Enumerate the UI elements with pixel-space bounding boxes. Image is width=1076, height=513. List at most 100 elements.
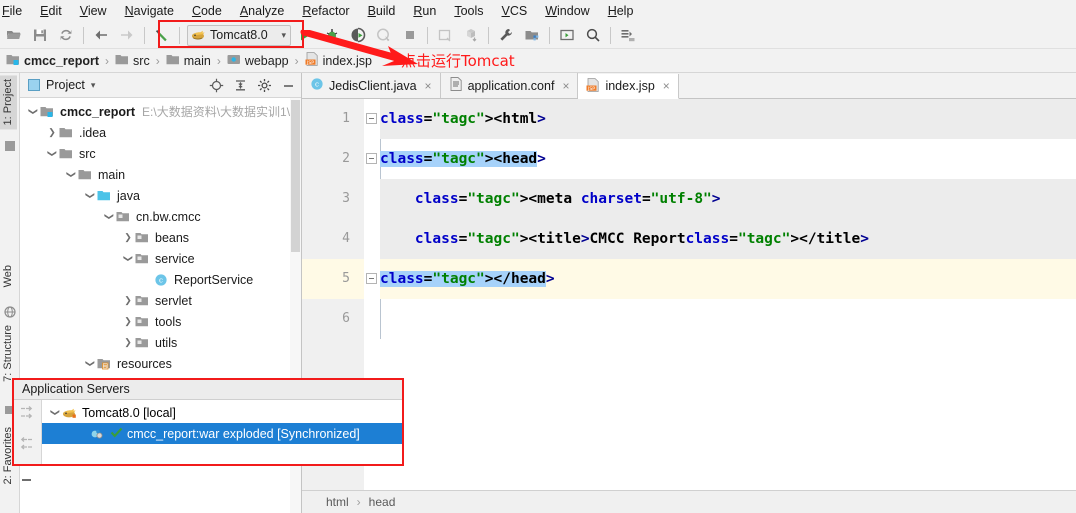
breadcrumb-item-cmcc-report[interactable]: cmcc_report <box>4 53 101 69</box>
tree-item-service[interactable]: ❯ service <box>20 248 301 269</box>
menu-item-help[interactable]: Help <box>599 2 643 20</box>
code-content[interactable]: class="tagc"><html> class="tagc"><head> c… <box>380 99 1076 490</box>
code-line[interactable]: class="tagc"></head> <box>380 259 1076 299</box>
menu-item-run[interactable]: Run <box>404 2 445 20</box>
tree-item-reportservice[interactable]: c ReportService <box>20 269 301 290</box>
breadcrumb-item-src[interactable]: src <box>113 53 152 69</box>
structure-crumb-head[interactable]: head <box>369 495 396 509</box>
breadcrumb-item-main[interactable]: main <box>164 53 213 69</box>
line-number: 5 <box>302 259 364 299</box>
settings-wrench-icon[interactable] <box>493 23 519 48</box>
project-strip-marker-icon <box>4 139 16 151</box>
tree-item-servlet[interactable]: ❯ servlet <box>20 290 301 311</box>
code-line[interactable]: class="tagc"><meta charset="utf-8"> <box>380 179 1076 219</box>
chevron-right-icon[interactable]: ❯ <box>121 232 135 243</box>
expand-all-icon[interactable] <box>19 405 34 425</box>
code-fold-toggle-icon[interactable] <box>366 113 377 124</box>
editor-tab-application-conf[interactable]: application.conf × <box>440 73 579 98</box>
tree-item-java[interactable]: ❯ java <box>20 185 301 206</box>
editor-tab-jedisclient-java[interactable]: c JedisClient.java × <box>302 73 441 98</box>
tree-item-cmcc-report[interactable]: ❯ cmcc_report E:\大数据资料\大数据实训1\充值 <box>20 101 301 122</box>
tree-item-tools[interactable]: ❯ tools <box>20 311 301 332</box>
code-line[interactable]: class="tagc"><head> <box>380 139 1076 179</box>
menu-item-analyze[interactable]: Analyze <box>231 2 293 20</box>
tomcat-cat-icon <box>62 406 77 419</box>
server-row-cmcc-report-war-exploded--synchronized-[interactable]: cmcc_report:war exploded [Synchronized] <box>42 423 404 444</box>
editor-tab-index-jsp[interactable]: JSP index.jsp × <box>578 74 679 99</box>
tree-item--idea[interactable]: ❯ .idea <box>20 122 301 143</box>
chevron-down-icon[interactable]: ❯ <box>83 190 97 201</box>
menu-item-refactor[interactable]: Refactor <box>293 2 358 20</box>
terminal-icon[interactable] <box>554 23 580 48</box>
menu-item-build[interactable]: Build <box>359 2 405 20</box>
chevron-down-icon[interactable]: ❯ <box>26 106 40 117</box>
collapse-all-icon[interactable] <box>19 436 34 456</box>
chevron-down-icon[interactable]: ▾ <box>281 30 286 41</box>
save-all-icon[interactable] <box>27 23 53 48</box>
chevron-right-icon[interactable]: ❯ <box>121 337 135 348</box>
chevron-down-icon[interactable]: ❯ <box>45 148 59 159</box>
collapse-all-icon[interactable] <box>231 76 249 94</box>
code-editor[interactable]: 123456 class="tagc"><html> class="tagc"><… <box>302 99 1076 490</box>
close-icon[interactable]: × <box>663 79 670 93</box>
run-with-coverage-icon[interactable] <box>345 23 371 48</box>
build-hammer-icon[interactable] <box>149 23 175 48</box>
server-row-tomcat8-0--local-[interactable]: ❯ Tomcat8.0 [local] <box>42 402 404 423</box>
hide-minimize-icon[interactable] <box>279 76 297 94</box>
sync-icon[interactable] <box>53 23 79 48</box>
menu-item-file[interactable]: File <box>0 2 31 20</box>
chevron-down-icon[interactable]: ❯ <box>83 358 97 369</box>
structure-crumb-html[interactable]: html <box>326 495 349 509</box>
code-line[interactable] <box>380 299 1076 339</box>
stop-square-icon <box>397 23 423 48</box>
db-icon[interactable] <box>615 23 641 48</box>
chevron-right-icon[interactable]: ❯ <box>45 127 59 138</box>
chevron-down-icon[interactable]: ▾ <box>91 80 96 91</box>
locate-target-icon[interactable] <box>207 76 225 94</box>
breadcrumb-item-webapp[interactable]: webapp <box>225 53 291 69</box>
menu-item-vcs[interactable]: VCS <box>493 2 537 20</box>
application-servers-panel: Application Servers ❯ Tomcat8.0 [local] cm… <box>12 378 404 481</box>
chevron-right-icon[interactable]: ❯ <box>121 295 135 306</box>
menu-item-navigate[interactable]: Navigate <box>116 2 183 20</box>
open-folder-icon[interactable] <box>1 23 27 48</box>
chevron-down-icon[interactable]: ❯ <box>121 253 135 264</box>
gear-icon[interactable] <box>255 76 273 94</box>
annotation-text: 点击运行Tomcat <box>400 52 515 70</box>
code-fold-toggle-icon[interactable] <box>366 273 377 284</box>
chevron-down-icon[interactable]: ❯ <box>64 169 78 180</box>
menu-item-edit[interactable]: Edit <box>31 2 71 20</box>
minimize-icon[interactable] <box>19 471 34 489</box>
code-fold-toggle-icon[interactable] <box>366 153 377 164</box>
tree-item-cn-bw-cmcc[interactable]: ❯ cn.bw.cmcc <box>20 206 301 227</box>
run-button[interactable] <box>291 23 319 48</box>
sidebar-item-structure[interactable]: 7: Structure <box>0 321 17 386</box>
chevron-down-icon[interactable]: ❯ <box>102 211 116 222</box>
close-icon[interactable]: × <box>562 79 569 93</box>
toolbar-separator <box>610 26 611 44</box>
code-line[interactable]: class="tagc"><title>CMCC Reportclass="ta… <box>380 219 1076 259</box>
sidebar-item-web[interactable]: Web <box>0 261 17 291</box>
debug-bug-icon[interactable] <box>319 23 345 48</box>
project-structure-icon[interactable] <box>519 23 545 48</box>
menu-item-code[interactable]: Code <box>183 2 231 20</box>
menu-item-tools[interactable]: Tools <box>445 2 492 20</box>
tree-item-utils[interactable]: ❯ utils <box>20 332 301 353</box>
chevron-right-icon[interactable]: ❯ <box>121 316 135 327</box>
tree-item-main[interactable]: ❯ main <box>20 164 301 185</box>
code-line[interactable]: class="tagc"><html> <box>380 99 1076 139</box>
sidebar-item-project[interactable]: 1: Project <box>0 75 17 130</box>
back-arrow-icon[interactable] <box>88 23 114 48</box>
close-icon[interactable]: × <box>425 79 432 93</box>
jsp-file-icon: JSP <box>586 77 600 95</box>
breadcrumb-item-label: cmcc_report <box>24 53 100 68</box>
search-everywhere-icon[interactable] <box>580 23 606 48</box>
menu-item-window[interactable]: Window <box>536 2 598 20</box>
tree-item-resources[interactable]: ❯ resources <box>20 353 301 374</box>
tree-item-beans[interactable]: ❯ beans <box>20 227 301 248</box>
menu-item-view[interactable]: View <box>71 2 116 20</box>
chevron-down-icon[interactable]: ❯ <box>48 407 62 418</box>
run-configuration-selector[interactable]: Tomcat8.0 ▾ <box>187 24 291 46</box>
breadcrumb-item-index-jsp[interactable]: JSP index.jsp <box>303 52 374 69</box>
tree-item-src[interactable]: ❯ src <box>20 143 301 164</box>
